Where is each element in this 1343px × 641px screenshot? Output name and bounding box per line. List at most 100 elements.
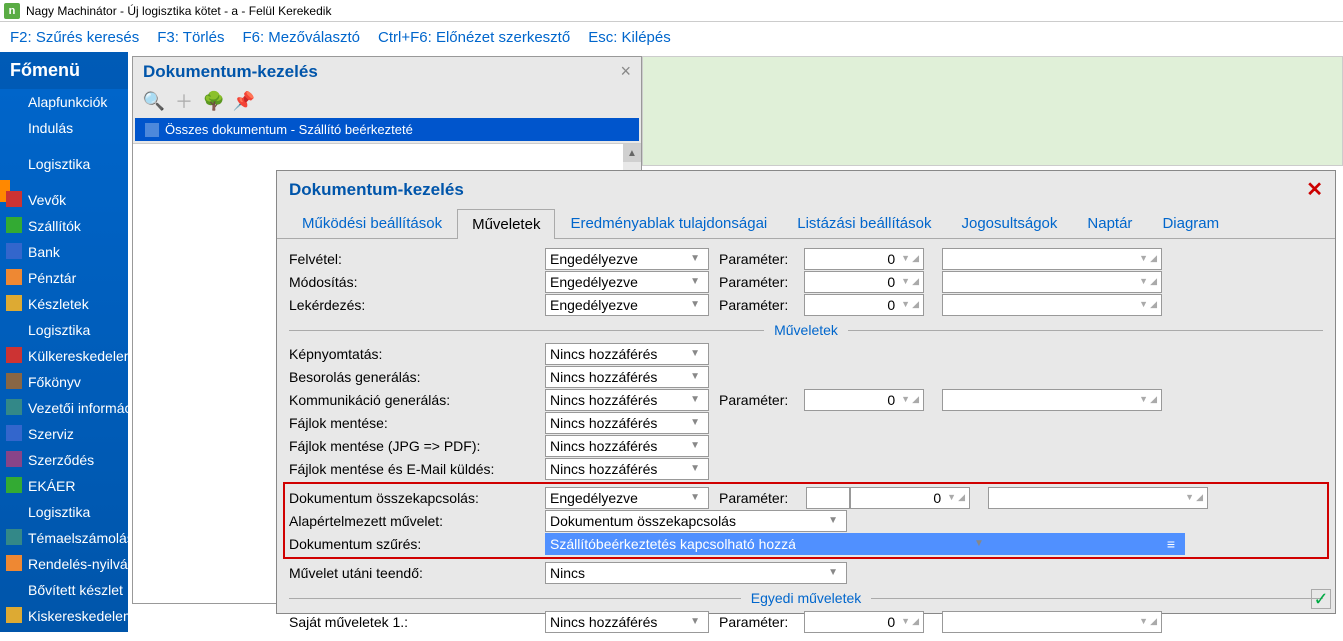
param-small-input[interactable] [806,487,850,509]
dropdown[interactable]: Nincs hozzáférés▼ [545,366,709,388]
doc-panel-close-icon[interactable]: × [620,61,631,82]
dropdown[interactable]: Nincs hozzáférés▼ [545,458,709,480]
dropdown[interactable]: Engedélyezve▼ [545,294,709,316]
param-input[interactable]: 0▼◢ [804,294,924,316]
form-label: Módosítás: [289,274,545,290]
corner-icon: ◢ [912,616,919,627]
dropdown[interactable]: Nincs hozzáférés▼ [545,435,709,457]
chevron-down-icon: ▼ [686,616,704,627]
form-row: Alapértelmezett művelet:Dokumentum össze… [289,509,1323,532]
sidebar-item-penztar[interactable]: Pénztár [0,265,128,291]
scroll-up-icon[interactable]: ▲ [623,144,641,162]
corner-icon: ◢ [1150,616,1157,627]
shortcut-f6[interactable]: F6: Mezőválasztó [242,29,360,46]
sidebar-item-vevok[interactable]: Vevők [0,187,128,213]
confirm-icon[interactable]: ✓ [1311,589,1331,609]
add-icon[interactable]: ＋ [173,90,195,112]
param-input[interactable]: 0▼◢ [804,389,924,411]
sidebar-item-alapfunkciok[interactable]: Alapfunkciók [0,89,128,115]
corner-icon: ◢ [1150,253,1157,264]
tab-eredmeny[interactable]: Eredményablak tulajdonságai [555,208,782,238]
contract-icon [6,451,22,467]
close-icon[interactable]: ✕ [1306,177,1323,202]
sidebar-item-bovitett[interactable]: Bővített készlet [0,577,128,603]
corner-icon: ◢ [958,492,965,503]
sidebar-item-vezetoi[interactable]: Vezetői információk [0,395,128,421]
sidebar-item-szerzodes[interactable]: Szerződés [0,447,128,473]
sidebar-item-ekaer[interactable]: EKÁER [0,473,128,499]
corner-icon: ◢ [1150,394,1157,405]
sidebar-item-szallitok[interactable]: Szállítók [0,213,128,239]
extra-dropdown[interactable]: ▼◢ [942,271,1162,293]
tab-bar: Működési beállítások Műveletek Eredménya… [277,208,1335,239]
sidebar-item-keszletek[interactable]: Készletek [0,291,128,317]
dropdown[interactable]: Nincs▼ [545,562,847,584]
form-label: Fájlok mentése: [289,415,545,431]
tab-mukodesi[interactable]: Működési beállítások [287,208,457,238]
tab-muveletek[interactable]: Műveletek [457,209,555,239]
shortcut-esc[interactable]: Esc: Kilépés [588,29,671,46]
chevron-down-icon: ▼ [686,394,704,405]
param-input[interactable]: 0▼◢ [804,611,924,633]
corner-icon: ◢ [912,253,919,264]
param-input[interactable]: 0▼◢ [850,487,970,509]
search-icon[interactable]: 🔍 [143,90,165,112]
chevron-down-icon: ▼ [1139,616,1148,627]
form-row: Felvétel:Engedélyezve▼Paraméter:0▼◢▼◢ [289,247,1323,270]
tab-listazasi[interactable]: Listázási beállítások [782,208,946,238]
dropdown[interactable]: Engedélyezve▼ [545,487,709,509]
cash-icon [6,269,22,285]
stock-icon [6,295,22,311]
sidebar-item-bank[interactable]: Bank [0,239,128,265]
dropdown[interactable]: Engedélyezve▼ [545,248,709,270]
form-row: Művelet utáni teendő:Nincs▼ [289,561,1323,584]
sidebar-item-logisztika2[interactable]: Logisztika [0,499,128,525]
document-icon [145,123,159,137]
extra-dropdown[interactable]: ▼◢ [942,389,1162,411]
dropdown[interactable]: Nincs hozzáférés▼ [545,389,709,411]
extra-dropdown[interactable]: ▼◢ [988,487,1208,509]
chevron-down-icon: ▼ [901,394,910,405]
bank-icon [6,243,22,259]
tab-diagram[interactable]: Diagram [1147,208,1234,238]
sidebar-item-logisztika-top[interactable]: Logisztika [0,151,128,177]
tree-icon[interactable]: 🌳 [203,90,225,112]
background-panel [642,56,1343,166]
dropdown[interactable]: Nincs hozzáférés▼ [545,343,709,365]
dropdown[interactable]: Szállítóbeérkeztetés kapcsolható hozzá▼≡ [545,533,1185,555]
doc-panel-selected-row[interactable]: Összes dokumentum - Szállító beérkezteté [135,118,639,141]
reports-icon [6,399,22,415]
param-input[interactable]: 0▼◢ [804,271,924,293]
dropdown[interactable]: Engedélyezve▼ [545,271,709,293]
param-label: Paraméter: [719,251,804,267]
pin-icon[interactable]: 📌 [233,90,255,112]
dropdown[interactable]: Nincs hozzáférés▼ [545,611,709,633]
sidebar-item-indulas[interactable]: Indulás [0,115,128,141]
chevron-down-icon: ▼ [947,492,956,503]
form-row: Képnyomtatás:Nincs hozzáférés▼ [289,342,1323,365]
sidebar-item-szerviz[interactable]: Szerviz [0,421,128,447]
sidebar-item-fokonyv[interactable]: Főkönyv [0,369,128,395]
dropdown[interactable]: Nincs hozzáférés▼ [545,412,709,434]
param-input[interactable]: 0▼◢ [804,248,924,270]
form-label: Lekérdezés: [289,297,545,313]
shortcut-ctrl-f6[interactable]: Ctrl+F6: Előnézet szerkesztő [378,29,570,46]
sidebar-item-rendeles[interactable]: Rendelés-nyilvántartás [0,551,128,577]
dropdown[interactable]: Dokumentum összekapcsolás▼ [545,510,847,532]
extra-dropdown[interactable]: ▼◢ [942,248,1162,270]
sidebar-item-kiskeresked[interactable]: Kiskereskedelem [0,603,128,629]
shortcut-f3[interactable]: F3: Törlés [157,29,224,46]
chevron-down-icon: ▼ [1139,276,1148,287]
extra-dropdown[interactable]: ▼◢ [942,294,1162,316]
sidebar-item-kulkeresked[interactable]: Külkereskedelem [0,343,128,369]
shortcut-f2[interactable]: F2: Szűrés keresés [10,29,139,46]
foreign-trade-icon [6,347,22,363]
form-row: Fájlok mentése:Nincs hozzáférés▼ [289,411,1323,434]
chevron-down-icon: ▼ [1139,299,1148,310]
chevron-down-icon: ▼ [901,276,910,287]
tab-naptar[interactable]: Naptár [1072,208,1147,238]
extra-dropdown[interactable]: ▼◢ [942,611,1162,633]
sidebar-item-logisztika[interactable]: Logisztika [0,317,128,343]
tab-jogosultsagok[interactable]: Jogosultságok [947,208,1073,238]
sidebar-item-temaelszam[interactable]: Témaelszámolás [0,525,128,551]
